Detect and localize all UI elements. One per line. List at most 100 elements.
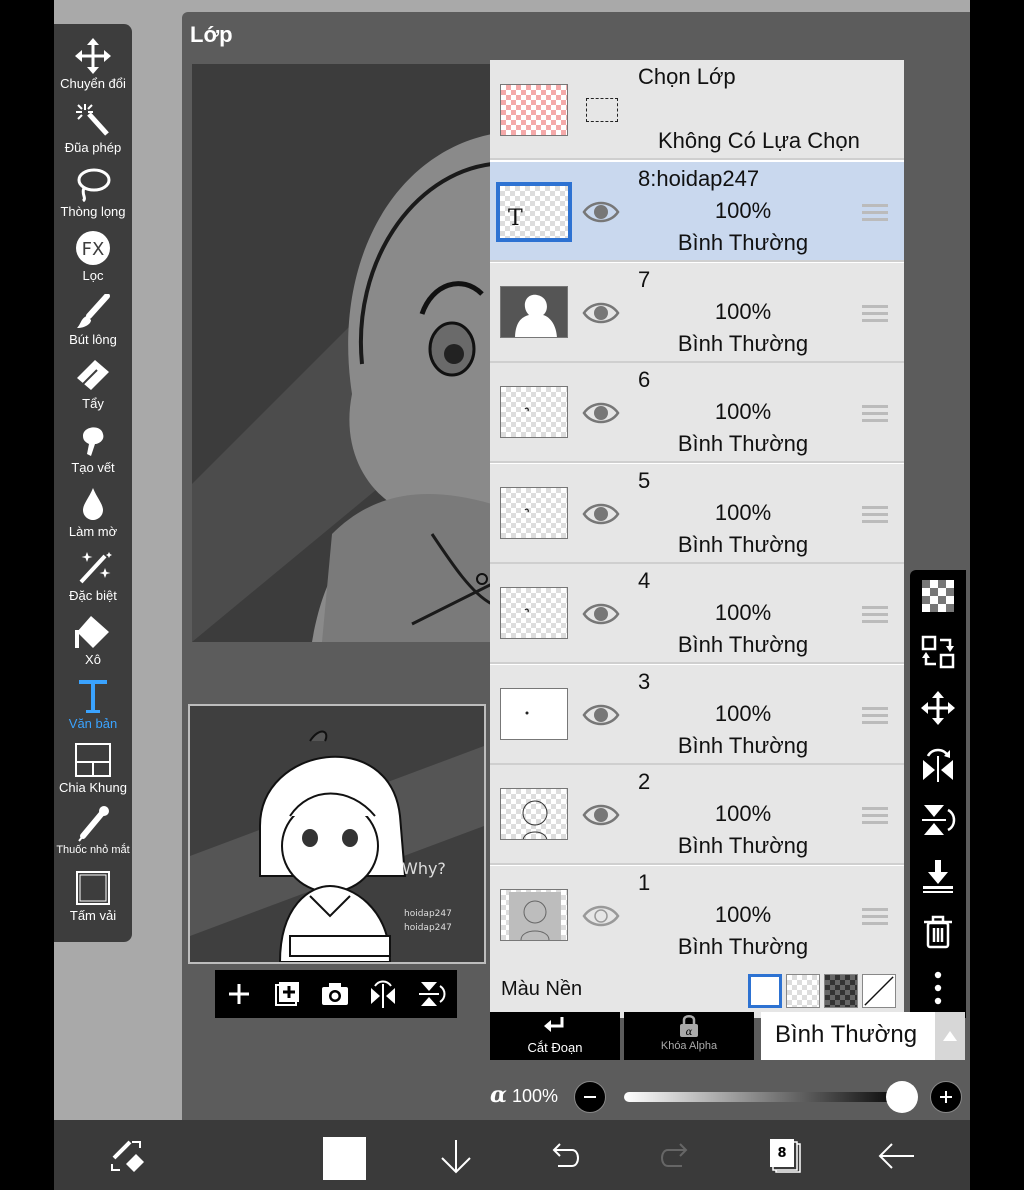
tool-text[interactable]: Văn bản — [54, 674, 132, 738]
tool-lasso[interactable]: Thòng lọng — [54, 162, 132, 226]
navigator-thumbnail[interactable]: Why? hoidap247 hoidap247 — [188, 704, 486, 964]
layers-button[interactable]: 8 — [764, 1136, 804, 1176]
tool-special[interactable]: Đặc biệt — [54, 546, 132, 610]
add-layer-icon[interactable] — [223, 978, 255, 1010]
bucket-icon — [75, 616, 109, 648]
tool-eyedropper[interactable]: Thuốc nhỏ mắt — [54, 802, 132, 866]
camera-icon[interactable] — [319, 978, 351, 1010]
drag-handle-icon[interactable] — [862, 604, 888, 624]
thumbnail-watermark: Why? — [402, 859, 446, 878]
layer-thumbnail — [500, 487, 568, 539]
visibility-eye-icon[interactable] — [582, 797, 620, 833]
tool-eraser[interactable]: Tẩy — [54, 354, 132, 418]
visibility-eye-icon[interactable] — [582, 496, 620, 532]
visibility-eye-icon[interactable] — [582, 194, 620, 230]
bg-swatch-white[interactable] — [748, 974, 782, 1008]
opacity-slider-track[interactable] — [624, 1092, 908, 1102]
tool-bucket[interactable]: Xô — [54, 610, 132, 674]
flip-vertical-icon[interactable] — [415, 978, 447, 1010]
tool-smudge[interactable]: Tạo vết — [54, 418, 132, 482]
visibility-eye-icon[interactable] — [582, 596, 620, 632]
layer-row[interactable]: 3 100% Bình Thường — [490, 665, 904, 765]
tool-label: Tẩy — [82, 396, 104, 411]
lock-icon: α — [680, 1015, 698, 1038]
move-icon — [75, 38, 111, 74]
bg-swatch-none[interactable] — [862, 974, 896, 1008]
svg-text:α: α — [686, 1027, 693, 1038]
visibility-eye-icon[interactable] — [582, 395, 620, 431]
layer-row[interactable]: 1 100% Bình Thường — [490, 866, 904, 966]
drag-handle-icon[interactable] — [862, 705, 888, 725]
move-layer-icon[interactable] — [920, 690, 956, 726]
flip-layer-horizontal-icon[interactable] — [920, 746, 956, 782]
layer-row[interactable]: T 8:hoidap247 100% Bình Thường — [490, 162, 904, 262]
layer-opacity: 100% — [714, 600, 772, 625]
opacity-readout: α 100% — [490, 1082, 558, 1108]
flip-horizontal-icon[interactable] — [367, 978, 399, 1010]
undo-icon[interactable] — [544, 1136, 584, 1176]
drag-handle-icon[interactable] — [862, 202, 888, 222]
opacity-row: α 100% — [490, 1076, 966, 1120]
canvas-preview[interactable] — [192, 64, 492, 642]
opacity-decrease-button[interactable] — [574, 1081, 606, 1113]
alpha-lock-button[interactable]: α Khóa Alpha — [624, 1012, 754, 1060]
opacity-increase-button[interactable] — [930, 1081, 962, 1113]
bg-swatch-transparent-light[interactable] — [786, 974, 820, 1008]
brush-eraser-switch-icon[interactable] — [106, 1136, 146, 1176]
tool-frame-divider[interactable]: Chia Khung — [54, 738, 132, 802]
tool-filter[interactable]: FX Lọc — [54, 226, 132, 290]
tool-label: Đặc biệt — [69, 588, 117, 603]
tool-canvas[interactable]: Tấm vải — [54, 866, 132, 930]
layer-row[interactable]: 4 100% Bình Thường — [490, 564, 904, 664]
layer-list: Chọn Lớp Không Có Lựa Chọn T 8:hoidap247 1… — [490, 60, 904, 1018]
layer-blend-mode: Bình Thường — [677, 733, 809, 758]
bottom-toolbar: 8 — [54, 1120, 970, 1190]
fx-filter-icon: FX — [76, 231, 110, 265]
selection-layer-row[interactable]: Chọn Lớp Không Có Lựa Chọn — [490, 60, 904, 160]
convert-layer-icon[interactable] — [920, 634, 956, 670]
blend-mode-dropdown-button[interactable] — [935, 1012, 965, 1060]
opacity-slider-handle[interactable] — [886, 1081, 918, 1113]
layer-opacity: 100% — [714, 701, 772, 726]
color-swatch-button[interactable] — [323, 1137, 366, 1180]
flip-layer-vertical-icon[interactable] — [920, 802, 956, 838]
tool-blur[interactable]: Làm mờ — [54, 482, 132, 546]
drag-handle-icon[interactable] — [862, 403, 888, 423]
background-color-row: Màu Nền — [490, 964, 904, 1018]
blend-mode-select[interactable]: Bình Thường — [761, 1012, 935, 1060]
drag-handle-icon[interactable] — [862, 504, 888, 524]
clip-arrow-icon — [544, 1017, 564, 1032]
visibility-eye-icon[interactable] — [582, 295, 620, 331]
duplicate-layer-icon[interactable] — [271, 978, 303, 1010]
layer-row[interactable]: 7 100% Bình Thường — [490, 263, 904, 363]
clipping-label: Cắt Đoạn — [527, 1040, 583, 1055]
tool-label: Xô — [85, 652, 101, 667]
tool-label: Thòng lọng — [60, 204, 126, 219]
clipping-button[interactable]: Cắt Đoạn — [490, 1012, 620, 1060]
drag-handle-icon[interactable] — [862, 805, 888, 825]
layer-row[interactable]: 2 100% Bình Thường — [490, 765, 904, 865]
layer-row[interactable]: 5 100% Bình Thường — [490, 464, 904, 564]
text-layer-glyph-icon: T — [508, 206, 523, 231]
tool-brush[interactable]: Bút lông — [54, 290, 132, 354]
tool-magic-wand[interactable]: Đũa phép — [54, 98, 132, 162]
layer-blend-mode: Bình Thường — [677, 934, 809, 959]
drag-handle-icon[interactable] — [862, 303, 888, 323]
tool-transform[interactable]: Chuyển đổi — [54, 34, 132, 98]
checkerboard-icon[interactable] — [920, 578, 956, 614]
bg-swatch-transparent-dark[interactable] — [824, 974, 858, 1008]
layer-preview-art — [524, 608, 529, 613]
trash-icon[interactable] — [920, 914, 956, 950]
visibility-eye-icon[interactable] — [582, 697, 620, 733]
drag-handle-icon[interactable] — [862, 906, 888, 926]
layer-name: 3 — [638, 669, 651, 694]
merge-down-icon[interactable] — [920, 858, 956, 894]
layer-row[interactable]: 6 100% Bình Thường — [490, 363, 904, 463]
arrow-down-icon[interactable] — [436, 1136, 476, 1176]
magic-wand-icon — [76, 104, 109, 136]
layer-thumbnail — [500, 688, 568, 740]
layer-thumbnail: T — [496, 182, 572, 242]
more-options-icon[interactable] — [920, 970, 956, 1006]
visibility-eye-icon[interactable] — [582, 898, 620, 934]
back-arrow-icon[interactable] — [876, 1136, 916, 1176]
